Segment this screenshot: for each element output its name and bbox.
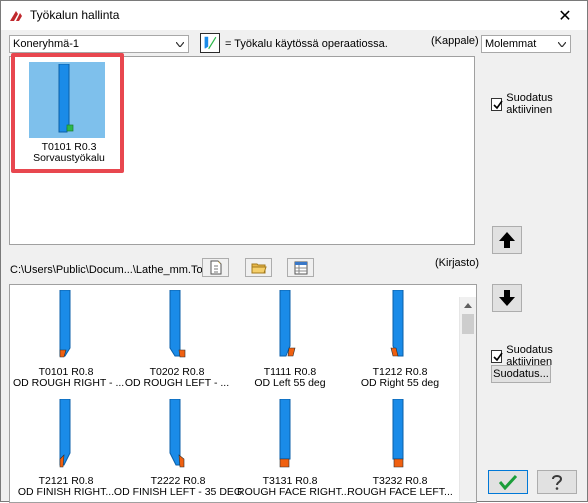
library-tool-item[interactable]: T2121 R0.8 OD FINISH RIGHT... [13, 476, 119, 498]
turning-tool-icon[interactable] [277, 290, 299, 360]
arrow-up-icon [499, 232, 515, 248]
tool-name: ROUGH FACE RIGHT... [237, 486, 350, 498]
scrollbar-thumb[interactable] [462, 314, 474, 334]
app-icon [10, 11, 22, 21]
arrow-down-icon [499, 290, 515, 306]
library-tool-item[interactable]: T3131 R0.8 ROUGH FACE RIGHT... [237, 476, 350, 498]
filter-active-checkbox-1[interactable]: Suodatus aktiivinen [491, 92, 587, 116]
move-up-button[interactable] [492, 226, 522, 254]
close-button[interactable]: ✕ [543, 1, 587, 30]
filter-button-label: Suodatus... [493, 368, 549, 380]
library-tool-item[interactable]: T3232 R0.8 ROUGH FACE LEFT... [347, 476, 453, 498]
filter-button[interactable]: Suodatus... [491, 365, 551, 383]
filter-mode-select[interactable]: Molemmat [481, 35, 571, 53]
new-library-button[interactable] [202, 258, 229, 277]
checkmark-icon [499, 474, 517, 490]
library-tool-item[interactable]: T1212 R0.8 OD Right 55 deg [347, 367, 453, 389]
ok-button[interactable] [488, 470, 528, 494]
help-button[interactable] [537, 470, 577, 494]
library-path: C:\Users\Public\Docum...\Lathe_mm.Tooldb [10, 264, 224, 276]
tool-table-button[interactable] [287, 258, 314, 277]
tool-manager-window: Työkalun hallinta ✕ Koneryhmä-1 = Työkal… [0, 0, 588, 503]
part-label: (Kappale) [431, 35, 479, 47]
move-down-button[interactable] [492, 284, 522, 312]
help-icon [552, 475, 563, 490]
filter-mode-value: Molemmat [485, 38, 537, 50]
scroll-up-icon[interactable] [460, 297, 476, 313]
library-tool-item[interactable]: T0202 R0.8 OD ROUGH LEFT - ... [119, 367, 235, 389]
tool-name: OD ROUGH RIGHT - ... [13, 377, 125, 389]
turning-tool-icon[interactable] [277, 399, 299, 471]
turning-tool-icon[interactable] [57, 399, 75, 471]
new-file-icon [210, 260, 222, 275]
open-library-button[interactable] [245, 258, 272, 277]
title-bar: Työkalun hallinta ✕ [1, 1, 587, 30]
window-title: Työkalun hallinta [30, 8, 120, 22]
machine-group-select[interactable]: Koneryhmä-1 [9, 35, 189, 53]
turning-tool-icon[interactable] [167, 290, 189, 360]
chevron-down-icon [554, 36, 570, 52]
library-tool-item[interactable]: T0101 R0.8 OD ROUGH RIGHT - ... [13, 367, 125, 389]
checkbox-checked-icon [491, 97, 503, 111]
turning-tool-icon[interactable] [390, 290, 410, 360]
selection-outline [11, 53, 124, 173]
library-scrollbar[interactable] [459, 297, 476, 501]
tool-name: OD ROUGH LEFT - ... [124, 377, 230, 389]
close-icon: ✕ [558, 7, 572, 25]
tool-name: ROUGH FACE LEFT... [347, 486, 453, 498]
library-tool-item[interactable]: T1111 R0.8 OD Left 55 deg [237, 367, 343, 389]
tool-name: OD FINISH RIGHT... [17, 486, 115, 498]
filter-active-label-1: Suodatus aktiivinen [506, 92, 553, 116]
tool-name: OD Left 55 deg [254, 377, 326, 389]
folder-icon [251, 263, 267, 273]
tool-name: OD FINISH LEFT - 35 DEG [113, 486, 243, 498]
legend-text: = Työkalu käytössä operaatiossa. [225, 38, 388, 50]
turning-tool-icon[interactable] [57, 290, 75, 360]
machine-group-value: Koneryhmä-1 [13, 38, 80, 50]
library-tool-item[interactable]: T2222 R0.8 OD FINISH LEFT - 35 DEG [113, 476, 243, 498]
library-label: (Kirjasto) [435, 257, 480, 269]
chevron-down-icon [172, 36, 188, 52]
table-icon [294, 261, 307, 274]
turning-tool-icon[interactable] [390, 399, 412, 471]
checkbox-checked-icon [491, 349, 503, 363]
tool-name: OD Right 55 deg [360, 377, 440, 389]
turning-tool-icon[interactable] [167, 399, 189, 471]
tool-in-use-legend-icon [200, 33, 220, 53]
